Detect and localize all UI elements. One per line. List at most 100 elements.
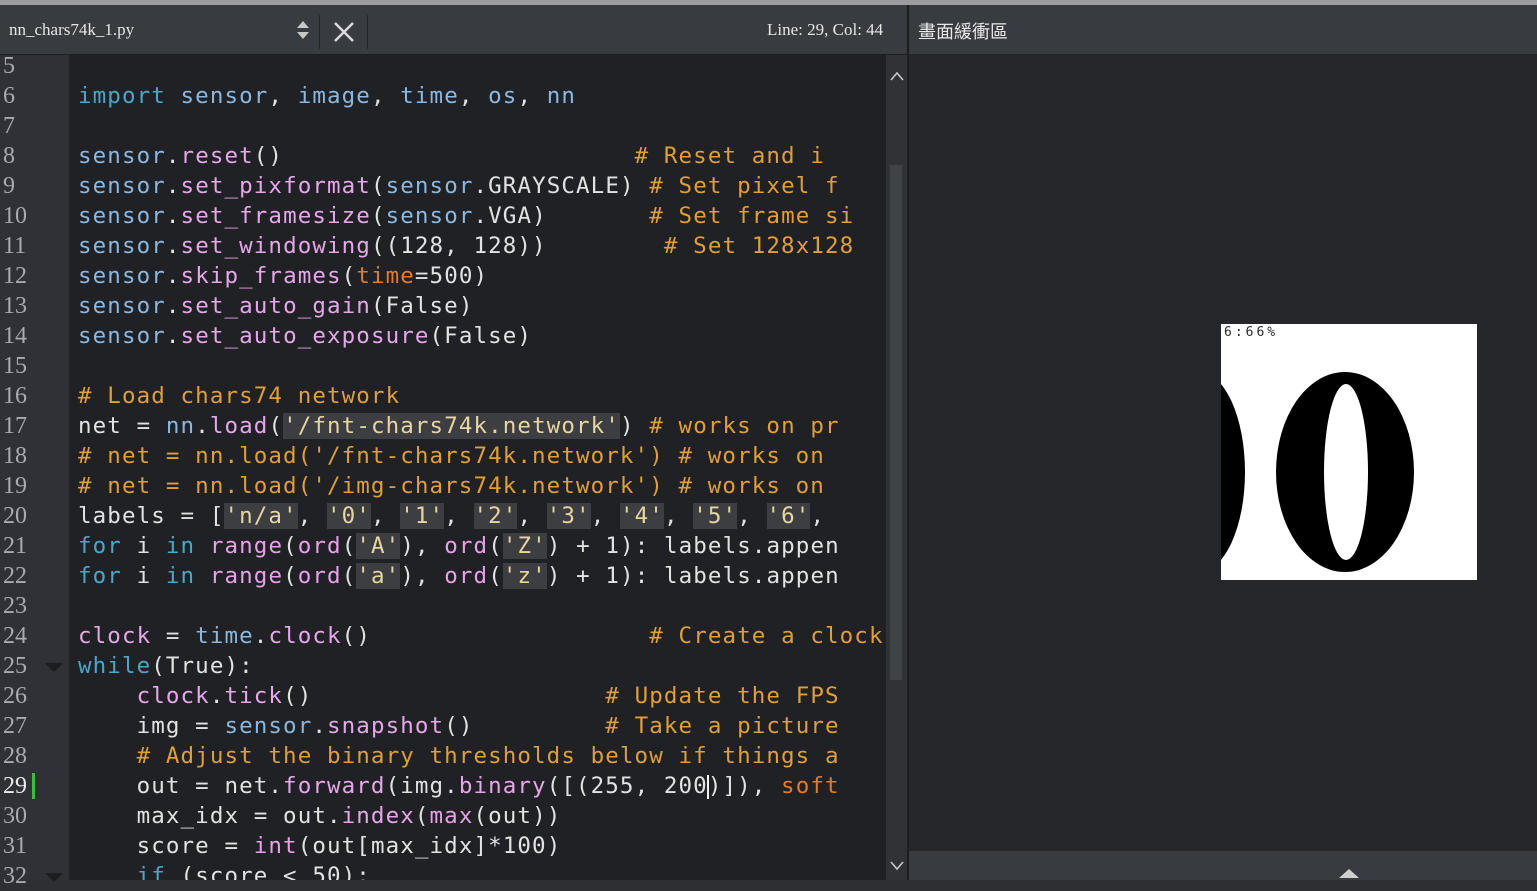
code-token: labels = [ (78, 503, 225, 529)
code-token: sensor (78, 263, 166, 289)
code-token: . (165, 323, 181, 349)
line-number: 27 (3, 713, 27, 739)
code-line[interactable]: img = sensor.snapshot() # Take a picture (78, 711, 840, 741)
line-number: 5 (3, 53, 15, 79)
header-divider (367, 15, 368, 49)
code-token: forward (283, 773, 386, 799)
code-token: .GRAYSCALE) (473, 173, 650, 199)
fold-toggle-icon[interactable] (45, 663, 63, 672)
code-line[interactable]: sensor.set_pixformat(sensor.GRAYSCALE) #… (78, 171, 840, 201)
code-line[interactable]: sensor.set_auto_gain(False) (78, 291, 473, 321)
updown-arrows-icon[interactable] (293, 19, 313, 41)
code-token: (out)) (473, 803, 562, 829)
vertical-scrollbar[interactable] (886, 55, 907, 880)
code-token: . (195, 413, 210, 439)
code-token: () (341, 623, 371, 649)
code-token: '1' (400, 503, 445, 529)
code-token: # Adjust the binary thresholds below if … (78, 743, 840, 769)
code-token: (False) (429, 323, 533, 349)
code-token: sensor (165, 83, 269, 109)
code-token: # Update the FPS (605, 683, 840, 709)
code-line[interactable]: # Load chars74 network (78, 381, 400, 411)
line-number: 31 (3, 833, 27, 859)
code-token: ) + 1): labels.appen (546, 563, 840, 589)
code-token: max_idx = out. (78, 803, 342, 829)
code-line[interactable]: import sensor, image, time, os, nn (78, 81, 576, 111)
code-line[interactable]: clock.tick() # Update the FPS (78, 681, 840, 711)
captured-digits-image (1221, 324, 1477, 580)
code-line[interactable]: net = nn.load('/fnt-chars74k.network') #… (78, 411, 840, 441)
chevron-down-icon[interactable] (890, 861, 904, 871)
code-token: ord (444, 563, 489, 589)
code-line[interactable]: if (score < 50): (78, 861, 371, 880)
frame-buffer-bottom-bar (909, 851, 1537, 880)
file-selector[interactable]: nn_chars74k_1.py (0, 5, 318, 54)
code-token: range (209, 533, 284, 559)
code-line[interactable]: sensor.skip_frames(time=500) (78, 261, 488, 291)
code-token: soft (781, 773, 840, 799)
code-line[interactable]: max_idx = out.index(max(out)) (78, 801, 561, 831)
code-token: . (165, 293, 181, 319)
code-line[interactable]: # net = nn.load('/fnt-chars74k.network')… (78, 441, 825, 471)
code-token: ( (341, 563, 357, 589)
editor-header: nn_chars74k_1.py Line: 29, Col: 44 (0, 5, 907, 55)
code-token: set_auto_gain (180, 293, 371, 319)
code-token: () (253, 143, 284, 169)
code-token: '/fnt-chars74k.network' (283, 413, 620, 439)
code-token: sensor (78, 143, 166, 169)
line-number: 21 (3, 533, 27, 559)
code-line[interactable]: out = net.forward(img.binary([(255, 200)… (78, 771, 840, 801)
code-line[interactable]: for i in range(ord('A'), ord('Z') + 1): … (78, 531, 840, 561)
code-line[interactable]: sensor.set_auto_exposure(False) (78, 321, 532, 351)
code-token: '2' (473, 503, 518, 529)
code-line[interactable]: clock = time.clock() # Create a clock (78, 621, 884, 651)
code-line[interactable]: # Adjust the binary thresholds below if … (78, 741, 840, 771)
fold-toggle-icon[interactable] (45, 873, 63, 882)
line-number: 6 (3, 83, 15, 109)
code-line[interactable]: sensor.set_framesize(sensor.VGA) # Set f… (78, 201, 854, 231)
code-area[interactable]: import sensor, image, time, os, nn sensor… (69, 55, 886, 880)
code-token: import (78, 83, 166, 109)
code-token: time (195, 623, 254, 649)
line-number: 25 (3, 653, 27, 679)
line-number: 13 (3, 293, 27, 319)
code-token: set_auto_exposure (180, 323, 430, 349)
code-token: , (370, 83, 401, 109)
line-number: 8 (3, 143, 15, 169)
splitter-handle-icon[interactable] (1339, 869, 1359, 878)
code-token: ) + 1): labels.appen (546, 533, 840, 559)
code-token: # Set 128x128 (663, 233, 855, 259)
code-line[interactable]: sensor.reset() # Reset and i (78, 141, 825, 171)
code-token: # Load chars74 network (78, 383, 401, 409)
code-token: (False) (370, 293, 474, 319)
code-token: # Set frame si (649, 203, 855, 229)
line-number: 11 (3, 233, 27, 259)
chevron-up-icon[interactable] (890, 71, 904, 81)
code-token: sensor (78, 233, 166, 259)
code-token: , (810, 503, 826, 529)
code-line[interactable]: sensor.set_windowing((128, 128)) # Set 1… (78, 231, 854, 261)
code-token: ([(255, 200 (546, 773, 708, 799)
code-token: # Reset and i (634, 143, 825, 169)
code-token: sensor (78, 173, 166, 199)
file-name: nn_chars74k_1.py (9, 20, 135, 39)
code-line[interactable]: for i in range(ord('a'), ord('z') + 1): … (78, 561, 840, 591)
code-line[interactable]: labels = ['n/a', '0', '1', '2', '3', '4'… (78, 501, 825, 531)
code-token: for (78, 533, 122, 559)
code-token: i (121, 533, 166, 559)
code-line[interactable]: score = int(out[max_idx]*100) (78, 831, 561, 861)
code-token: clock (136, 683, 210, 709)
line-number: 26 (3, 683, 27, 709)
code-line[interactable]: # net = nn.load('/img-chars74k.network')… (78, 471, 825, 501)
code-token: )]), (707, 773, 782, 799)
code-token: image (297, 83, 371, 109)
code-line[interactable]: while(True): (78, 651, 254, 681)
code-token: . (312, 713, 328, 739)
code-token: sensor (78, 293, 166, 319)
code-token: (img. (385, 773, 459, 799)
scrollbar-thumb[interactable] (890, 165, 902, 680)
close-file-button[interactable] (326, 15, 362, 49)
